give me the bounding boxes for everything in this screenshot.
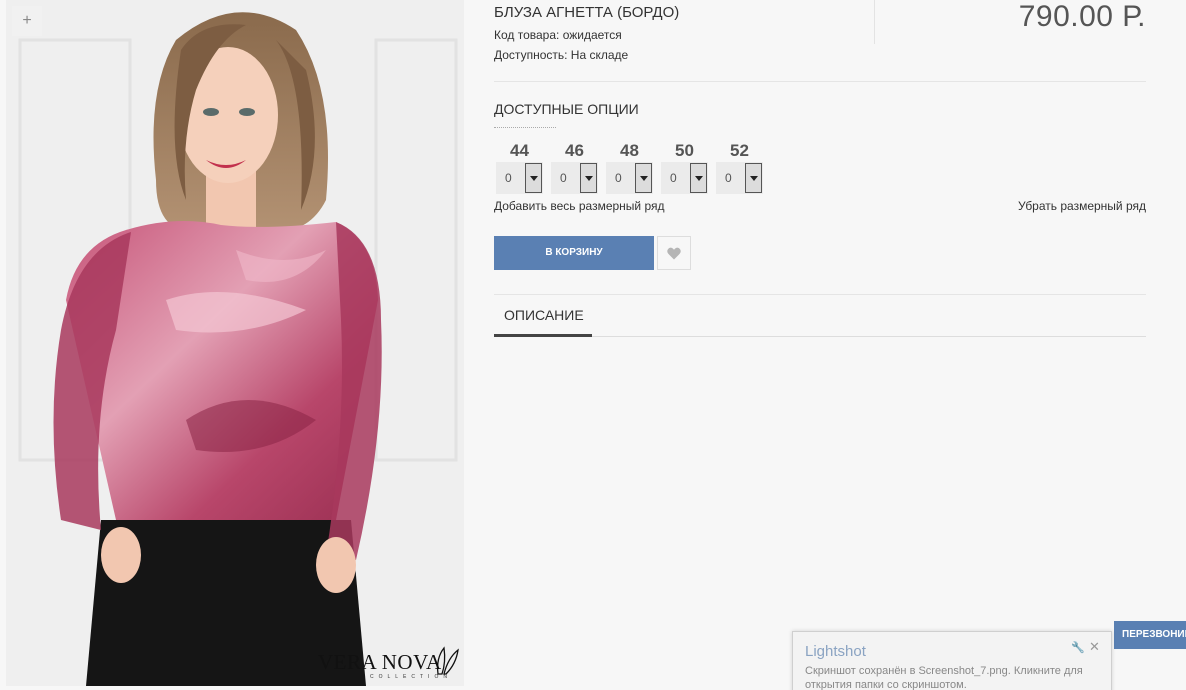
divider — [494, 294, 1146, 295]
tab-description[interactable]: ОПИСАНИЕ — [504, 307, 584, 323]
close-icon[interactable]: ✕ — [1089, 639, 1100, 655]
size-label: 44 — [510, 141, 529, 160]
quantity-select[interactable]: 0 — [606, 162, 653, 194]
model-photo — [6, 0, 464, 686]
add-size-row-link[interactable]: Добавить весь размерный ряд — [494, 199, 665, 213]
leaf-icon — [436, 646, 459, 675]
options-title: ДОСТУПНЫЕ ОПЦИИ — [494, 101, 639, 117]
quantity-value: 0 — [670, 171, 677, 185]
brand-logo: VERA NOVA COLLECTION — [318, 646, 464, 684]
plus-icon: + — [22, 12, 32, 29]
notification-body: Скриншот сохранён в Screenshot_7.png. Кл… — [805, 665, 1083, 690]
product-price: 790.00 Р. — [1018, 0, 1146, 33]
remove-size-row-link[interactable]: Убрать размерный ряд — [1018, 199, 1146, 213]
wishlist-button[interactable] — [657, 236, 691, 270]
size-label: 52 — [730, 141, 749, 160]
size-grid: 44 0 46 0 48 0 50 0 52 0 — [496, 141, 763, 194]
quantity-select[interactable]: 0 — [661, 162, 708, 194]
quantity-value: 0 — [615, 171, 622, 185]
quantity-select[interactable]: 0 — [716, 162, 763, 194]
logo-text: VERA NOVA — [318, 650, 442, 674]
size-option: 44 0 — [496, 141, 543, 194]
chevron-down-icon[interactable] — [580, 163, 597, 193]
size-option: 52 0 — [716, 141, 763, 194]
divider — [494, 81, 1146, 82]
quantity-select[interactable]: 0 — [496, 162, 543, 194]
quantity-value: 0 — [560, 171, 567, 185]
wrench-icon[interactable]: 🔧 — [1071, 641, 1085, 654]
lightshot-notification[interactable]: Lightshot 🔧 ✕ Скриншот сохранён в Screen… — [792, 631, 1112, 690]
callback-button[interactable]: ПЕРЕЗВОНИМ — [1114, 621, 1186, 649]
product-title: БЛУЗА АГНЕТТА (БОРДО) — [494, 4, 680, 21]
quantity-select[interactable]: 0 — [551, 162, 598, 194]
tab-active-indicator — [494, 334, 592, 337]
chevron-down-icon[interactable] — [745, 163, 762, 193]
quantity-value: 0 — [725, 171, 732, 185]
chevron-down-icon[interactable] — [525, 163, 542, 193]
quantity-value: 0 — [505, 171, 512, 185]
product-image[interactable]: + VERA NOVA COLLECTION — [6, 0, 464, 686]
chevron-down-icon[interactable] — [690, 163, 707, 193]
add-to-cart-button[interactable]: В КОРЗИНУ — [494, 236, 654, 270]
size-option: 48 0 — [606, 141, 653, 194]
divider — [874, 0, 875, 44]
size-option: 46 0 — [551, 141, 598, 194]
size-label: 48 — [620, 141, 639, 160]
notification-title: Lightshot — [805, 643, 866, 660]
heart-icon — [667, 247, 681, 260]
size-option: 50 0 — [661, 141, 708, 194]
size-label: 50 — [675, 141, 694, 160]
options-title-underline — [494, 127, 556, 128]
zoom-button[interactable]: + — [12, 6, 42, 36]
chevron-down-icon[interactable] — [635, 163, 652, 193]
size-label: 46 — [565, 141, 584, 160]
product-availability: Доступность: На складе — [494, 48, 629, 62]
product-code: Код товара: ожидается — [494, 28, 622, 42]
